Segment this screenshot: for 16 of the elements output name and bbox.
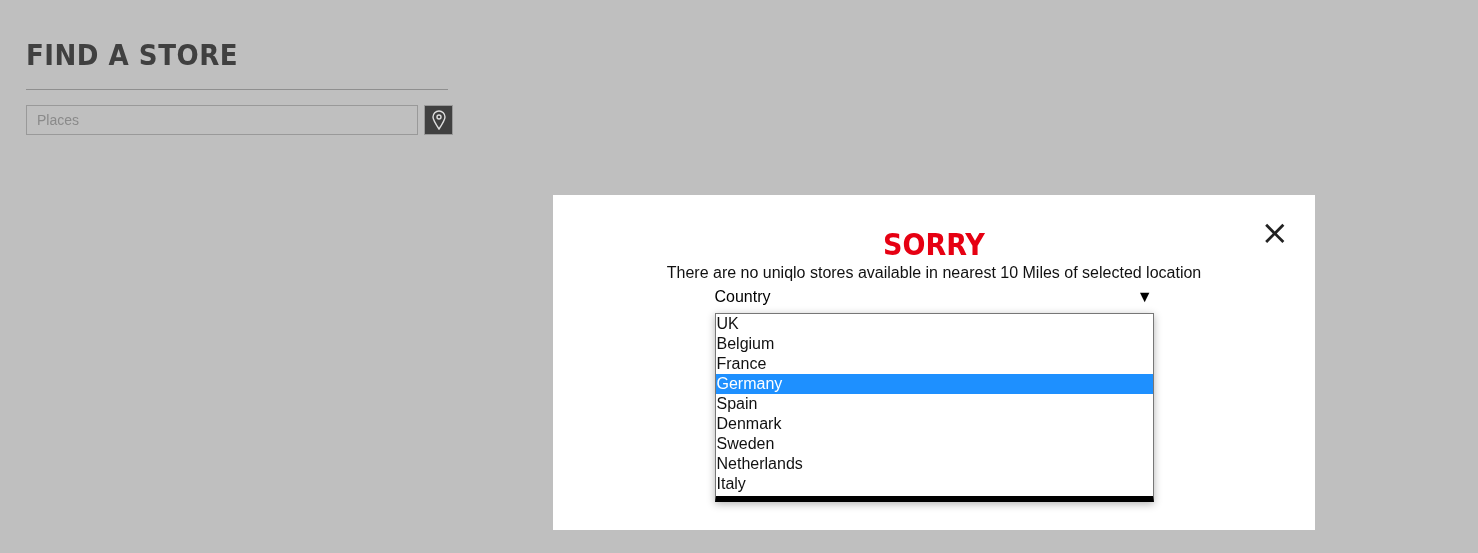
country-option[interactable]: Sweden [715, 434, 1153, 454]
country-option[interactable]: UK [715, 314, 1153, 334]
map-pin-icon [431, 110, 446, 130]
locate-button[interactable] [424, 105, 453, 135]
country-option[interactable]: France [715, 354, 1153, 374]
country-option[interactable]: Netherlands [715, 454, 1153, 474]
country-select-label[interactable]: Country [714, 287, 771, 307]
modal-title: SORRY [883, 227, 985, 263]
country-option[interactable]: Belgium [715, 334, 1153, 354]
country-option[interactable]: Spain [715, 394, 1153, 414]
message-text: There are no uniqlo stores available in nearest 10 Miles of selected location [666, 263, 1202, 283]
country-option[interactable]: Denmark [715, 414, 1153, 434]
country-option[interactable]: Italy [715, 474, 1153, 494]
page-title: FIND A STORE [26, 38, 239, 72]
close-button[interactable]: × [1260, 215, 1289, 249]
dropdown-arrow[interactable]: ▼ [1136, 287, 1153, 307]
